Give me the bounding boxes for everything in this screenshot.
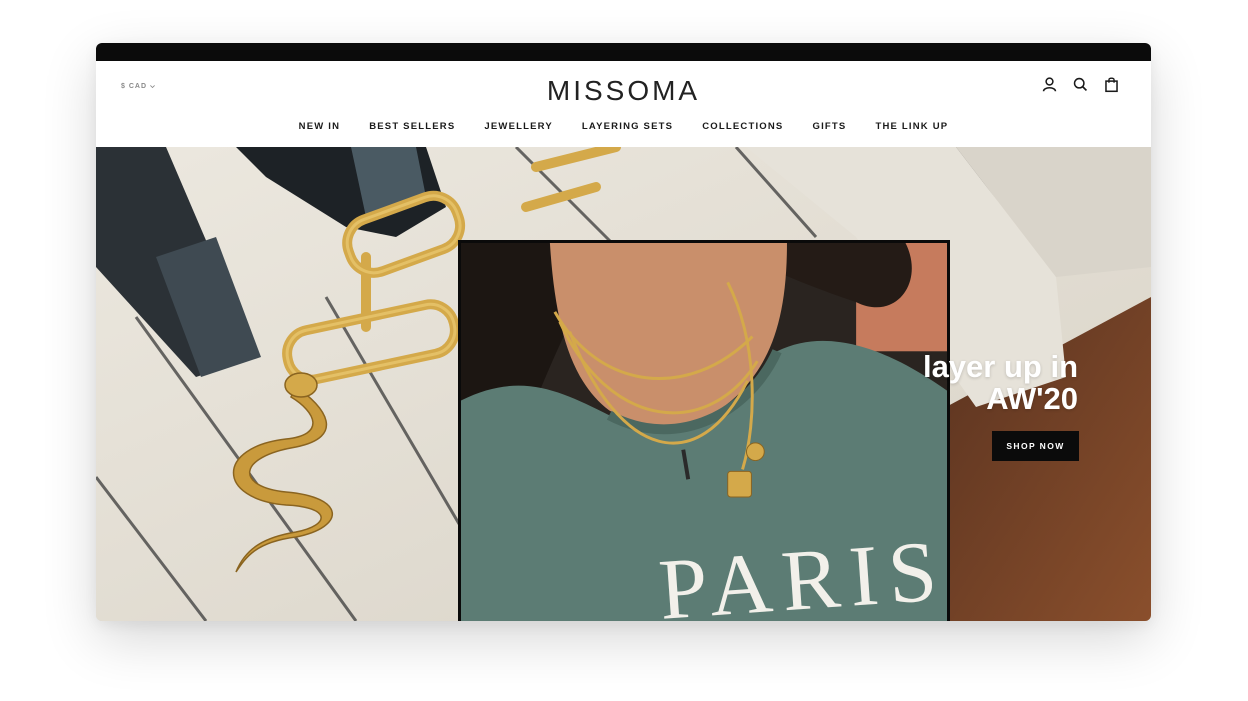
hero-headline: layer up in AW'20 [923, 351, 1078, 415]
model-photo: PARIS [458, 240, 950, 621]
brand-logo[interactable]: MISSOMA [96, 75, 1151, 107]
hero-headline-line1: layer up in [922, 349, 1078, 384]
nav-item-layering-sets[interactable]: LAYERING SETS [582, 121, 673, 132]
account-icon[interactable] [1040, 75, 1059, 94]
nav-item-new-in[interactable]: NEW IN [299, 121, 341, 132]
nav-item-collections[interactable]: COLLECTIONS [702, 121, 783, 132]
browser-frame: $ CAD MISSOMA NEW IN BEST SELLERS JEWELL… [96, 43, 1151, 621]
announcement-bar [96, 43, 1151, 61]
shopping-bag-icon[interactable] [1102, 75, 1121, 94]
site-header: $ CAD MISSOMA NEW IN BEST SELLERS JEWELL… [96, 61, 1151, 147]
shop-now-button[interactable]: SHOP NOW [992, 431, 1079, 461]
nav-item-best-sellers[interactable]: BEST SELLERS [369, 121, 455, 132]
nav-item-jewellery[interactable]: JEWELLERY [484, 121, 553, 132]
main-navigation: NEW IN BEST SELLERS JEWELLERY LAYERING S… [96, 121, 1151, 132]
header-icons [1040, 75, 1121, 94]
nav-item-gifts[interactable]: GIFTS [812, 121, 846, 132]
search-icon[interactable] [1071, 75, 1090, 94]
nav-item-the-link-up[interactable]: THE LINK UP [875, 121, 948, 132]
hero-banner[interactable]: PARIS layer up in AW'20 SHOP NOW [96, 147, 1151, 621]
hero-headline-line2: AW'20 [986, 381, 1078, 416]
